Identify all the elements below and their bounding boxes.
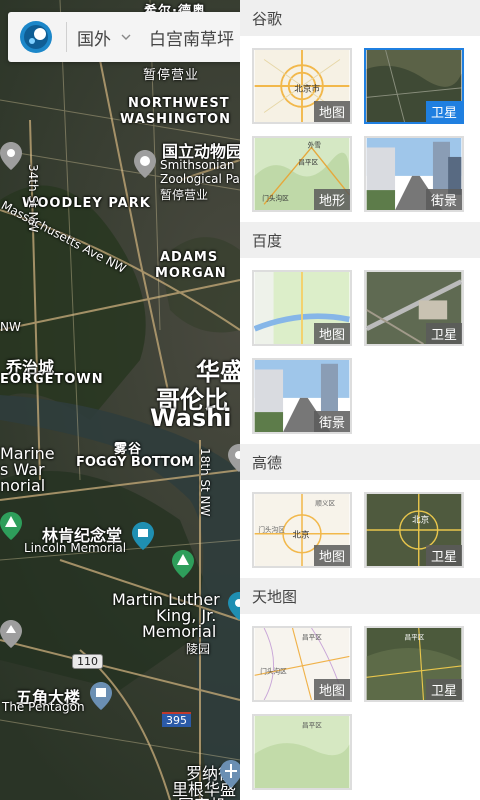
svg-text:昌平区: 昌平区 — [302, 633, 322, 641]
route-110-marker: 110 — [72, 654, 103, 669]
svg-text:昌平区: 昌平区 — [302, 721, 322, 729]
section-header-google: 谷歌 — [240, 0, 480, 36]
street-label: 18th St NW — [198, 448, 212, 517]
baidu-streetview-tile[interactable]: 街景 — [252, 358, 352, 434]
baidu-satellite-tile[interactable]: 卫星 — [364, 270, 464, 346]
svg-text:北京市: 北京市 — [294, 84, 320, 95]
map-pin-icon[interactable] — [0, 142, 22, 170]
section-header-tianditu: 天地图 — [240, 578, 480, 614]
svg-text:门头沟区: 门头沟区 — [262, 194, 289, 203]
map-label: 国家机 — [178, 792, 226, 800]
map-label: norial — [0, 476, 46, 495]
map-label: 陵园 — [186, 642, 211, 656]
tile-label: 街景 — [425, 189, 462, 210]
map-label: Washi — [150, 404, 232, 432]
map-label: Smithsonian — [160, 158, 235, 172]
section-header-baidu: 百度 — [240, 222, 480, 258]
map-label: Lincoln Memorial — [24, 541, 127, 555]
tile-label: 街景 — [313, 411, 350, 432]
search-input[interactable]: 白宫南草坪 — [149, 25, 234, 50]
svg-text:昌平区: 昌平区 — [298, 159, 318, 167]
landmark-pin-icon[interactable] — [0, 620, 22, 648]
tile-label: 卫星 — [425, 101, 462, 122]
map-label: The Pentagon — [2, 700, 85, 714]
svg-text:北京: 北京 — [412, 514, 429, 525]
map-source-panel: 谷歌 北京市 地图 卫星 外雪 昌平区 门头沟区 地形 街景 百度 地图 卫星 … — [240, 0, 480, 800]
section-header-gaode: 高德 — [240, 444, 480, 480]
map-label: WOODLEY PARK — [22, 196, 151, 211]
google-tiles: 北京市 地图 卫星 外雪 昌平区 门头沟区 地形 街景 — [240, 36, 480, 222]
tile-label: 卫星 — [425, 545, 462, 566]
svg-text:北京: 北京 — [293, 530, 310, 541]
region-label: 国外 — [77, 29, 111, 50]
terrain-thumbnail: 昌平区 — [254, 716, 350, 788]
gaode-tiles: 北京 顺义区 门头沟区 地图 北京 卫星 — [240, 480, 480, 578]
map-label: Memorial — [142, 622, 217, 641]
app-logo-icon[interactable] — [16, 17, 56, 57]
chevron-down-icon — [121, 34, 131, 40]
map-label: MORGAN — [155, 266, 227, 281]
tianditu-map-tile[interactable]: 昌平区 门头沟区 地图 — [252, 626, 352, 702]
google-terrain-tile[interactable]: 外雪 昌平区 门头沟区 地形 — [252, 136, 352, 212]
tile-label: 地形 — [313, 189, 350, 210]
google-map-tile[interactable]: 北京市 地图 — [252, 48, 352, 124]
baidu-map-tile[interactable]: 地图 — [252, 270, 352, 346]
google-satellite-tile[interactable]: 卫星 — [364, 48, 464, 124]
region-dropdown[interactable]: 国外 — [77, 25, 131, 50]
tile-label: 地图 — [313, 679, 350, 700]
gaode-map-tile[interactable]: 北京 顺义区 门头沟区 地图 — [252, 492, 352, 568]
tile-label: 卫星 — [425, 679, 462, 700]
park-pin-icon[interactable] — [0, 512, 22, 540]
map-label: ADAMS — [160, 250, 219, 265]
baidu-tiles: 地图 卫星 街景 — [240, 258, 480, 444]
svg-text:昌平区: 昌平区 — [405, 633, 425, 641]
lincoln-memorial-pin-icon[interactable] — [132, 522, 154, 550]
svg-text:外雪: 外雪 — [308, 140, 322, 149]
map-label: 暂停营业 — [143, 68, 200, 83]
tile-label: 地图 — [313, 101, 350, 122]
airport-pin-icon[interactable] — [220, 760, 242, 788]
street-label: NW — [0, 320, 21, 334]
park-pin-icon[interactable] — [172, 550, 194, 578]
gaode-satellite-tile[interactable]: 北京 卫星 — [364, 492, 464, 568]
route-395-shield: 395 — [162, 712, 191, 727]
tianditu-satellite-tile[interactable]: 昌平区 卫星 — [364, 626, 464, 702]
map-label: 暂停营业 — [160, 188, 209, 202]
tianditu-tiles: 昌平区 门头沟区 地图 昌平区 卫星 昌平区 — [240, 614, 480, 800]
map-label: Zoological Pa — [160, 172, 240, 186]
map-label: EORGETOWN — [0, 372, 104, 387]
svg-text:门头沟区: 门头沟区 — [260, 666, 287, 675]
pentagon-pin-icon[interactable] — [90, 682, 112, 710]
map-label: NORTHWEST — [128, 96, 230, 111]
svg-text:门头沟区: 门头沟区 — [258, 525, 285, 534]
map-label: WASHINGTON — [120, 112, 232, 127]
search-divider — [66, 22, 67, 52]
tile-label: 地图 — [313, 545, 350, 566]
zoo-pin-icon[interactable] — [134, 150, 156, 178]
svg-text:顺义区: 顺义区 — [315, 499, 335, 507]
google-streetview-tile[interactable]: 街景 — [364, 136, 464, 212]
tile-label: 卫星 — [425, 323, 462, 344]
tile-label: 地图 — [313, 323, 350, 344]
tianditu-extra-tile[interactable]: 昌平区 — [252, 714, 352, 790]
map-label: FOGGY BOTTOM — [76, 455, 194, 470]
